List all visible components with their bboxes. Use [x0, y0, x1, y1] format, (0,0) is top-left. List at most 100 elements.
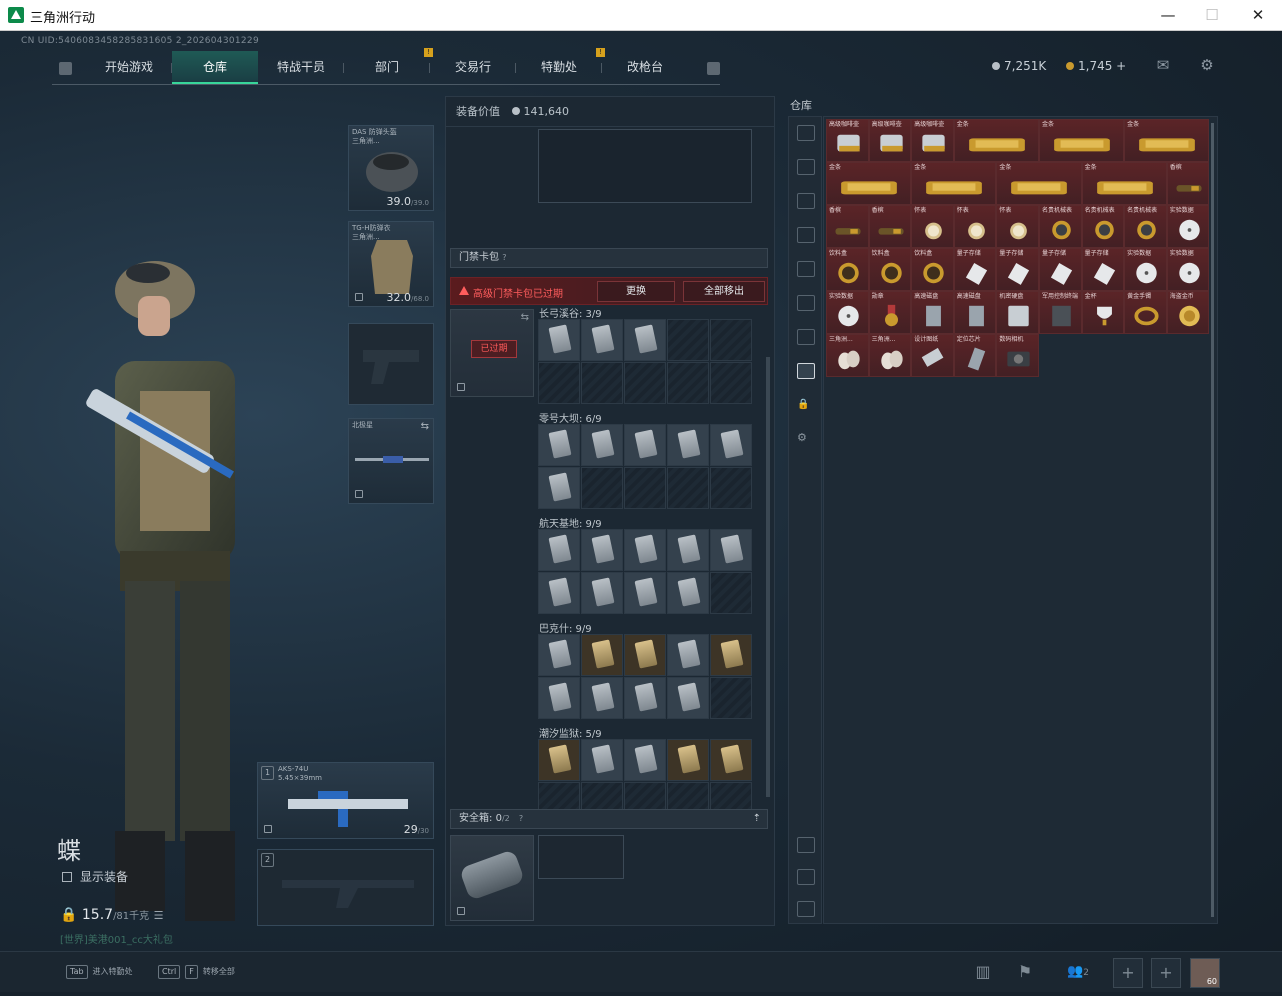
- swap-icon[interactable]: ⇆: [521, 312, 529, 323]
- close-button[interactable]: ✕: [1235, 0, 1281, 31]
- keycard-item[interactable]: [581, 739, 623, 781]
- keycard-item[interactable]: [538, 529, 580, 571]
- stash-item[interactable]: 实验数据: [826, 291, 869, 334]
- keycard-item[interactable]: [710, 634, 752, 676]
- swap-icon[interactable]: ⇆: [421, 421, 429, 432]
- keycard-item[interactable]: [624, 529, 666, 571]
- stash-item[interactable]: 数码相机: [996, 334, 1039, 377]
- stash-item[interactable]: 金条: [1038, 119, 1125, 162]
- stash-item[interactable]: 金条: [1124, 119, 1210, 162]
- help-icon[interactable]: ?: [502, 253, 506, 262]
- keycard-empty-slot[interactable]: [710, 319, 752, 361]
- stash-tab-6-icon[interactable]: [797, 295, 815, 311]
- lock-icon[interactable]: 🔒: [797, 399, 815, 415]
- keycard-empty-slot[interactable]: [667, 319, 709, 361]
- loadout-scrollbar[interactable]: [766, 357, 770, 797]
- stash-item[interactable]: 饮料盒: [911, 248, 954, 291]
- keycard-item[interactable]: [538, 424, 580, 466]
- tab-gunsmith[interactable]: 改枪台: [602, 51, 688, 84]
- stash-tab-7-icon[interactable]: [797, 329, 815, 345]
- keycard-empty-slot[interactable]: [667, 467, 709, 509]
- hint-special-ops[interactable]: Tab 进入特勤处: [66, 965, 133, 979]
- tab-market[interactable]: 交易行: [430, 51, 516, 84]
- stash-item[interactable]: 三角洲...: [868, 334, 912, 377]
- show-equipment-toggle[interactable]: 显示装备: [62, 868, 128, 885]
- stash-item[interactable]: 三角洲...: [826, 334, 869, 377]
- invite-slot-2[interactable]: +: [1151, 958, 1181, 988]
- stash-item[interactable]: 金条: [1081, 162, 1167, 205]
- squad-icon[interactable]: 👥2: [1060, 958, 1096, 988]
- safebox-slot[interactable]: [450, 835, 534, 921]
- keycard-item[interactable]: [538, 677, 580, 719]
- keycard-item[interactable]: [667, 677, 709, 719]
- stash-item[interactable]: 怀表: [911, 205, 954, 248]
- stash-tab-1-icon[interactable]: [797, 125, 815, 141]
- keycard-item[interactable]: [667, 424, 709, 466]
- stats-icon[interactable]: ▥: [968, 958, 998, 988]
- keycard-item[interactable]: [624, 739, 666, 781]
- stash-item[interactable]: 香槟: [826, 205, 869, 248]
- keycard-empty-slot[interactable]: [624, 362, 666, 404]
- melee-slot[interactable]: 北极星 ⇆: [348, 418, 434, 504]
- settings-icon[interactable]: ⚙: [797, 431, 815, 447]
- keycard-item[interactable]: [710, 424, 752, 466]
- stash-item[interactable]: 高级咖啡壶: [911, 119, 954, 162]
- remove-all-button[interactable]: 全部移出: [683, 281, 765, 302]
- hint-transfer-all[interactable]: Ctrl F 转移全部: [158, 965, 235, 979]
- stash-item[interactable]: 勋章: [868, 291, 912, 334]
- keycard-item[interactable]: [710, 739, 752, 781]
- tab-start-game[interactable]: 开始游戏: [86, 51, 172, 84]
- stash-item[interactable]: 怀表: [996, 205, 1039, 248]
- keycard-item[interactable]: [538, 319, 580, 361]
- stash-item[interactable]: 名贵机械表: [1081, 205, 1125, 248]
- keycard-grid[interactable]: [538, 529, 752, 614]
- stash-item[interactable]: 实验数据: [1166, 248, 1210, 291]
- keycard-item[interactable]: [624, 634, 666, 676]
- keycard-item[interactable]: [667, 572, 709, 614]
- replace-button[interactable]: 更换: [597, 281, 675, 302]
- stash-item[interactable]: 金条: [911, 162, 997, 205]
- stash-item[interactable]: 高速磁盘: [911, 291, 954, 334]
- keycard-item[interactable]: [624, 572, 666, 614]
- stash-item[interactable]: 量子存储: [1081, 248, 1125, 291]
- keycard-item[interactable]: [581, 677, 623, 719]
- stash-item[interactable]: 香槟: [1166, 162, 1210, 205]
- keycard-empty-slot[interactable]: [710, 572, 752, 614]
- stash-item[interactable]: 定位芯片: [953, 334, 997, 377]
- tab-warehouse[interactable]: 仓库: [172, 51, 258, 84]
- stash-item[interactable]: 高级咖啡壶: [826, 119, 869, 162]
- stash-scrollbar[interactable]: [1211, 123, 1214, 917]
- stash-item[interactable]: 黄金手镯: [1124, 291, 1167, 334]
- keycard-item[interactable]: [624, 424, 666, 466]
- stash-item[interactable]: 金条: [996, 162, 1082, 205]
- player-avatar[interactable]: 60: [1190, 958, 1220, 988]
- keycard-empty-slot[interactable]: [710, 362, 752, 404]
- flag-icon[interactable]: ⚑: [1010, 958, 1040, 988]
- stash-tab-4-icon[interactable]: [797, 227, 815, 243]
- keycard-empty-slot[interactable]: [624, 467, 666, 509]
- stash-item[interactable]: 海盗金币: [1166, 291, 1210, 334]
- stash-tab-5-icon[interactable]: [797, 261, 815, 277]
- keycard-item[interactable]: [624, 677, 666, 719]
- safebox-grid[interactable]: [538, 835, 624, 879]
- sort-icon[interactable]: [797, 837, 815, 853]
- tab-special-ops[interactable]: 特勤处!: [516, 48, 605, 84]
- keycard-grid[interactable]: [538, 424, 752, 509]
- stash-item[interactable]: 量子存储: [953, 248, 997, 291]
- keycard-item[interactable]: [667, 529, 709, 571]
- tab-department[interactable]: 部门!: [344, 48, 433, 84]
- keycard-pack-slot[interactable]: ⇆ 已过期: [450, 309, 534, 397]
- silver-currency[interactable]: 7,251K: [992, 59, 1046, 73]
- layers-icon[interactable]: [797, 869, 815, 885]
- minimize-button[interactable]: —: [1145, 0, 1191, 31]
- keycard-item[interactable]: [538, 634, 580, 676]
- keycard-item[interactable]: [581, 424, 623, 466]
- keycard-empty-slot[interactable]: [538, 362, 580, 404]
- stash-item[interactable]: 金条: [826, 162, 912, 205]
- keycard-item[interactable]: [667, 634, 709, 676]
- rig-grid[interactable]: [538, 129, 752, 203]
- settings-gear-icon[interactable]: ⚙: [1198, 57, 1216, 73]
- stash-item[interactable]: 名贵机械表: [1038, 205, 1082, 248]
- stash-item[interactable]: 实验数据: [1124, 248, 1167, 291]
- stash-tab-3-icon[interactable]: [797, 193, 815, 209]
